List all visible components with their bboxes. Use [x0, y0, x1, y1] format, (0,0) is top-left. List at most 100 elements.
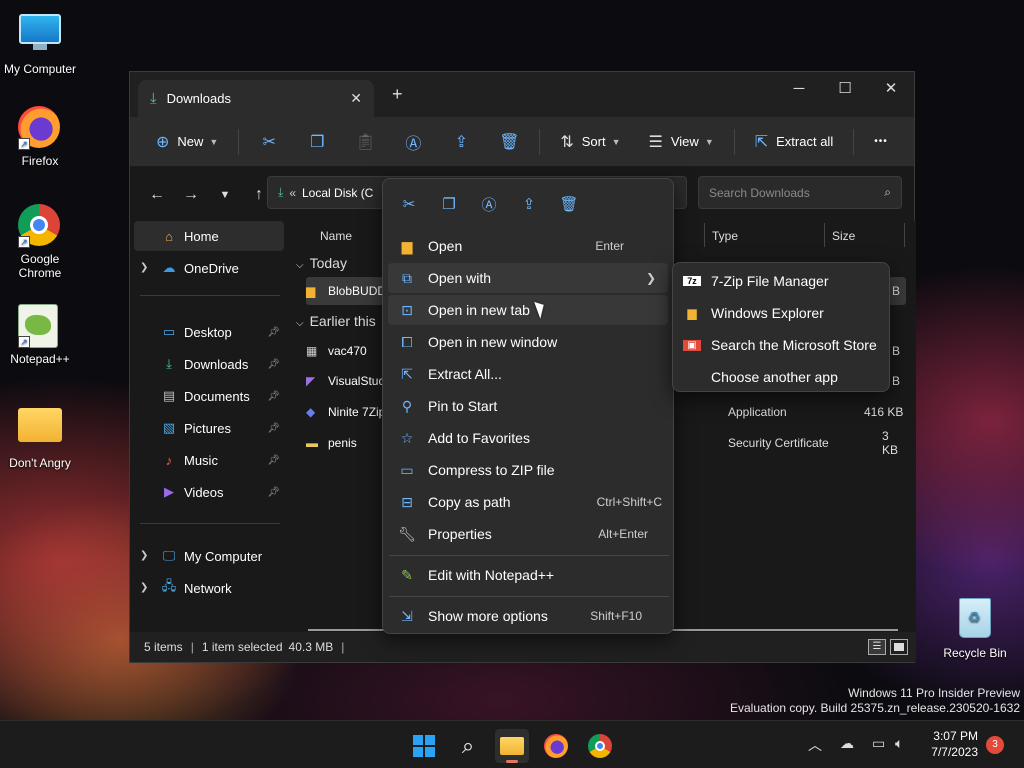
rename-button[interactable]: Ⓐ — [389, 125, 437, 159]
sidebar-item-downloads[interactable]: ⤓ Downloads 📌︎ — [134, 349, 284, 379]
close-window-button[interactable]: ✕ — [868, 72, 914, 104]
cloud-offline-icon[interactable]: ☁ — [840, 735, 854, 752]
column-header-size[interactable]: Size — [832, 229, 855, 243]
evaluation-watermark: Windows 11 Pro Insider Preview Evaluatio… — [730, 686, 1020, 716]
sidebar-item-label: Desktop — [184, 324, 232, 340]
menu-item-extract-all[interactable]: ⇱ Extract All... — [388, 359, 668, 389]
desktop-icon-notepadpp[interactable]: ↗ Notepad++ — [0, 304, 80, 366]
sidebar-item-label: Pictures — [184, 420, 231, 436]
close-tab-icon[interactable]: ✕ — [350, 90, 362, 107]
back-button[interactable]: ← — [140, 186, 174, 204]
pin-icon[interactable]: 📌︎ — [267, 487, 280, 498]
details-view-button[interactable]: ☰ — [868, 639, 886, 655]
column-divider[interactable] — [904, 223, 905, 247]
rename-action[interactable]: Ⓐ — [469, 187, 509, 221]
minimize-button[interactable]: ─ — [776, 72, 822, 104]
menu-item-open-new-window[interactable]: ⧠ Open in new window — [388, 327, 668, 357]
menu-item-open-new-tab[interactable]: ⊡ Open in new tab — [388, 295, 668, 325]
toolbar-divider — [238, 128, 240, 155]
sidebar-item-videos[interactable]: ▶ Videos 📌︎ — [134, 477, 284, 507]
sidebar-item-my-computer[interactable]: 🖵︎ My Computer — [134, 541, 284, 571]
menu-item-open[interactable]: ▆ Open Enter — [388, 231, 668, 261]
new-tab-icon: ⊡ — [401, 301, 413, 318]
download-icon: ⤓ — [278, 185, 284, 199]
volume-icon[interactable]: 🔈︎ — [895, 735, 903, 752]
pin-icon[interactable]: 📌︎ — [267, 327, 280, 338]
recent-locations-button[interactable]: ▼ — [208, 189, 242, 201]
start-button[interactable] — [407, 729, 441, 763]
search-icon: ⌕ — [884, 185, 891, 199]
menu-item-properties[interactable]: 🔧︎ Properties Alt+Enter — [388, 519, 668, 549]
column-header-type[interactable]: Type — [712, 229, 738, 243]
share-button[interactable]: ⇪ — [437, 125, 485, 159]
separator: | — [190, 640, 194, 654]
desktop-icon-firefox[interactable]: ↗ Firefox — [0, 106, 80, 168]
separator: | — [341, 640, 345, 654]
desktop-icon-chrome[interactable]: ↗ Google Chrome — [0, 204, 80, 280]
menu-item-add-favorites[interactable]: ☆ Add to Favorites — [388, 423, 668, 453]
view-button[interactable]: ☰ View ▼ — [635, 125, 728, 159]
submenu-item-choose-app[interactable]: Choose another app — [683, 362, 883, 392]
desktop-icon-dont-angry[interactable]: Don't Angry — [0, 402, 80, 470]
sidebar-item-network[interactable]: 🖧︎ Network — [134, 573, 284, 603]
sidebar-item-documents[interactable]: ▤ Documents 📌︎ — [134, 381, 284, 411]
copy-action[interactable]: ❐ — [429, 187, 469, 221]
menu-item-show-more-options[interactable]: ⇲ Show more options Shift+F10 — [388, 601, 668, 631]
sidebar-item-home[interactable]: ⌂ Home — [134, 221, 284, 251]
cut-button[interactable]: ✂ — [245, 125, 293, 159]
taskbar-file-explorer[interactable] — [495, 729, 529, 763]
chevron-up-icon[interactable]: ︿ — [808, 735, 822, 755]
cut-action[interactable]: ✂ — [389, 187, 429, 221]
taskbar-firefox[interactable] — [539, 729, 573, 763]
network-icon[interactable]: ▭ — [872, 735, 885, 752]
column-divider[interactable] — [824, 223, 825, 247]
group-header-today[interactable]: ⌵ Today — [296, 255, 347, 271]
search-box[interactable]: Search Downloads ⌕ — [698, 176, 902, 209]
forward-button[interactable]: → — [174, 186, 208, 204]
sidebar-item-onedrive[interactable]: ☁ OneDrive — [134, 253, 284, 283]
extract-all-button[interactable]: ⇱ Extract all — [741, 125, 847, 159]
network-icon: 🖧︎ — [161, 578, 177, 593]
desktop-icon-my-computer[interactable]: My Computer — [0, 8, 80, 76]
delete-action[interactable]: 🗑︎ — [549, 187, 589, 221]
delete-button[interactable]: 🗑︎ — [485, 125, 533, 159]
file-name: penis — [328, 436, 357, 450]
submenu-item-windows-explorer[interactable]: ▆ Windows Explorer — [683, 298, 883, 328]
paste-button[interactable]: 📋︎ — [341, 125, 389, 159]
submenu-item-7zip[interactable]: 7z 7-Zip File Manager — [683, 266, 883, 296]
new-tab-button[interactable]: + — [392, 84, 403, 105]
tiles-view-button[interactable] — [890, 639, 908, 655]
column-header-name[interactable]: Name — [320, 229, 352, 243]
search-button[interactable]: ⌕ — [451, 729, 485, 763]
group-header-earlier[interactable]: ⌵ Earlier this — [296, 313, 376, 329]
menu-item-compress-zip[interactable]: ▭ Compress to ZIP file — [388, 455, 668, 485]
desktop-icon-recycle-bin[interactable]: ♻ Recycle Bin — [935, 598, 1015, 660]
share-action[interactable]: ⇪ — [509, 187, 549, 221]
maximize-button[interactable]: ☐ — [822, 72, 868, 104]
pin-icon[interactable]: 📌︎ — [267, 423, 280, 434]
menu-item-edit-notepadpp[interactable]: ✎ Edit with Notepad++ — [388, 560, 668, 590]
taskbar-chrome[interactable] — [583, 729, 617, 763]
sidebar-item-pictures[interactable]: ▧ Pictures 📌︎ — [134, 413, 284, 443]
submenu-item-microsoft-store[interactable]: ▣ Search the Microsoft Store — [683, 330, 883, 360]
sidebar-item-music[interactable]: ♪ Music 📌︎ — [134, 445, 284, 475]
sidebar-item-desktop[interactable]: ▭ Desktop 📌︎ — [134, 317, 284, 347]
menu-item-pin-start[interactable]: ⚲ Pin to Start — [388, 391, 668, 421]
menu-item-open-with[interactable]: ⧉ Open with ❯ — [388, 263, 668, 293]
pin-icon[interactable]: 📌︎ — [267, 455, 280, 466]
more-options-button[interactable]: ••• — [860, 125, 902, 159]
tab-downloads[interactable]: ⤓ Downloads ✕ — [138, 80, 374, 117]
pin-icon[interactable]: 📌︎ — [267, 359, 280, 370]
sort-button[interactable]: ⇅ Sort ▼ — [546, 125, 634, 159]
pin-icon[interactable]: 📌︎ — [267, 391, 280, 402]
folder-icon: ▆ — [401, 237, 413, 254]
menu-item-label: Copy as path — [428, 494, 511, 510]
notification-badge[interactable]: 3 — [986, 736, 1004, 754]
copy-button[interactable]: ❐ — [293, 125, 341, 159]
menu-item-copy-path[interactable]: ⊟ Copy as path Ctrl+Shift+C — [388, 487, 668, 517]
menu-item-label: Edit with Notepad++ — [428, 567, 555, 583]
column-divider[interactable] — [704, 223, 705, 247]
open-with-submenu: 7z 7-Zip File Manager ▆ Windows Explorer… — [672, 262, 890, 392]
new-button[interactable]: ⊕ New ▼ — [142, 125, 232, 159]
clock[interactable]: 3:07 PM 7/7/2023 — [931, 728, 978, 760]
